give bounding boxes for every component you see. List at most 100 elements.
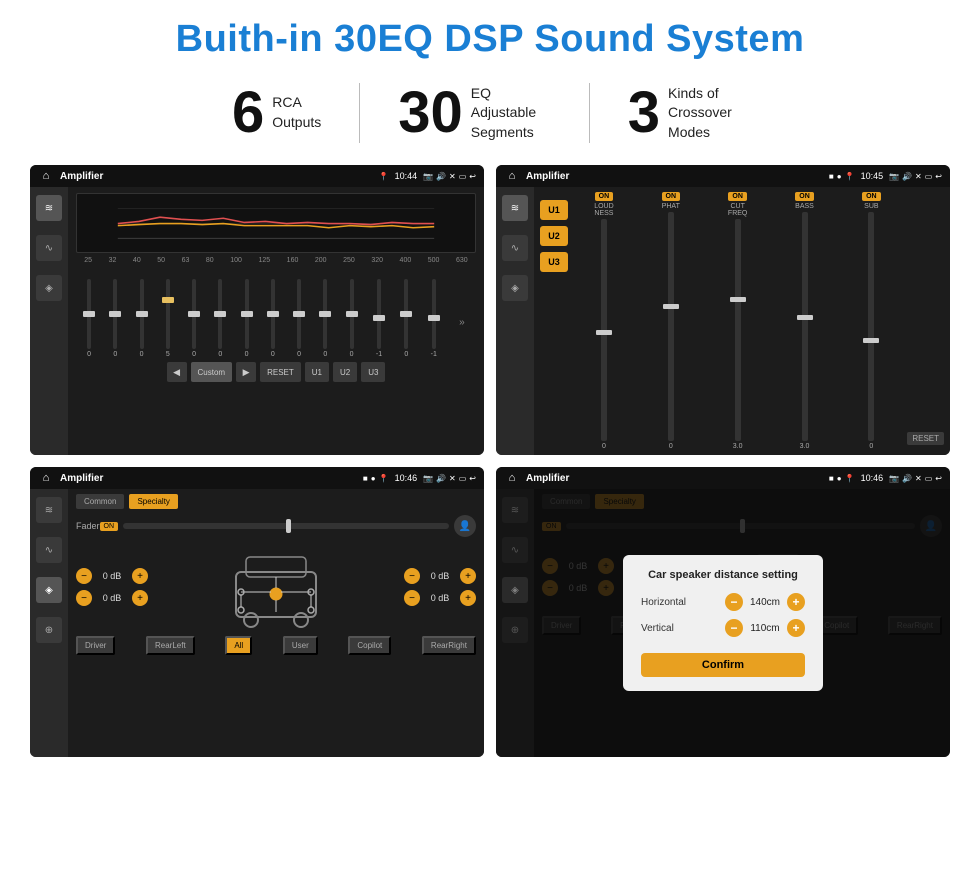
fader-screen-title: Amplifier xyxy=(60,473,357,484)
fader-status-bar: ⌂ Amplifier ■ ● 📍 10:46 📷 🔊 ✕ ▭ ↩ xyxy=(30,467,484,489)
eq-slider-11: -1 xyxy=(376,279,382,358)
crossover-screen: ⌂ Amplifier ■ ● 📍 10:45 📷 🔊 ✕ ▭ ↩ ≋ ∿ xyxy=(496,165,950,455)
fader-spk-icon[interactable]: ◈ xyxy=(36,577,62,603)
crossover-status-bar: ⌂ Amplifier ■ ● 📍 10:45 📷 🔊 ✕ ▭ ↩ xyxy=(496,165,950,187)
stat-eq: 30 EQ Adjustable Segments xyxy=(360,84,589,143)
dialog-horizontal-row: Horizontal − 140cm + xyxy=(641,593,805,611)
car-diagram xyxy=(148,542,404,632)
db-minus-bl[interactable]: − xyxy=(76,590,92,606)
eq-side-icons: ≋ ∿ ◈ xyxy=(30,187,68,455)
db-minus-tl[interactable]: − xyxy=(76,568,92,584)
home-icon[interactable]: ⌂ xyxy=(38,168,54,184)
fader-tab-common[interactable]: Common xyxy=(76,494,124,509)
dialog-vertical-plus[interactable]: + xyxy=(787,619,805,637)
dialog-vertical-control: − 110cm + xyxy=(725,619,805,637)
eq-prev-button[interactable]: ◀ xyxy=(167,362,187,382)
confirm-button[interactable]: Confirm xyxy=(641,653,805,677)
driver-button[interactable]: Driver xyxy=(76,636,115,655)
crossover-content: U1 U2 U3 ON LOUDNESS 0 xyxy=(534,187,950,455)
u3-button[interactable]: U3 xyxy=(540,252,568,272)
phat-slider[interactable] xyxy=(668,212,674,441)
fader-home-icon[interactable]: ⌂ xyxy=(38,470,54,486)
fader-vol: 🔊 xyxy=(436,474,446,483)
fader-body: ≋ ∿ ◈ ⊕ Common Specialty Fader ON xyxy=(30,489,484,757)
dialog-vertical-minus[interactable]: − xyxy=(725,619,743,637)
fader-eq-icon[interactable]: ≋ xyxy=(36,497,62,523)
eq-u3-button[interactable]: U3 xyxy=(361,362,385,382)
fader-wave-icon[interactable]: ∿ xyxy=(36,537,62,563)
fader-content: Common Specialty Fader ON 👤 xyxy=(68,489,484,757)
eq-u2-button[interactable]: U2 xyxy=(333,362,357,382)
page-title: Buith-in 30EQ DSP Sound System xyxy=(30,18,950,61)
crossover-status-icons: ■ ● 📍 10:45 📷 🔊 ✕ ▭ ↩ xyxy=(829,171,942,181)
fader-tab-specialty[interactable]: Specialty xyxy=(129,494,177,509)
fader-slider[interactable] xyxy=(123,523,449,529)
eq-icon[interactable]: ≋ xyxy=(36,195,62,221)
db-plus-bl[interactable]: + xyxy=(132,590,148,606)
cutfreq-slider[interactable] xyxy=(735,219,741,441)
stat-crossover-desc: Kinds of Crossover Modes xyxy=(668,84,748,143)
crossover-home-icon[interactable]: ⌂ xyxy=(504,168,520,184)
db-plus-tr[interactable]: + xyxy=(460,568,476,584)
u1-button[interactable]: U1 xyxy=(540,200,568,220)
stat-crossover-number: 3 xyxy=(628,84,660,142)
phat-label: PHAT xyxy=(662,203,680,210)
crossover-back[interactable]: ↩ xyxy=(935,172,942,181)
eq-screen-title: Amplifier xyxy=(60,171,373,182)
dialog-home-icon[interactable]: ⌂ xyxy=(504,470,520,486)
x-icon: ✕ xyxy=(449,172,456,181)
crossover-spk-icon[interactable]: ◈ xyxy=(502,275,528,301)
eq-slider-6: 0 xyxy=(245,279,249,358)
eq-reset-button[interactable]: RESET xyxy=(260,362,301,382)
loudness-slider[interactable] xyxy=(601,219,607,441)
crossover-eq-icon[interactable]: ≋ xyxy=(502,195,528,221)
dialog-status-bar: ⌂ Amplifier ■ ● 📍 10:46 📷 🔊 ✕ ▭ ↩ xyxy=(496,467,950,489)
dialog-back[interactable]: ↩ xyxy=(935,474,942,483)
eq-u1-button[interactable]: U1 xyxy=(305,362,329,382)
crossover-time: 10:45 xyxy=(861,171,884,181)
dialog-body: ≋ ∿ ◈ ⊕ Common Specialty ON xyxy=(496,489,950,757)
volume-icon: 🔊 xyxy=(436,172,446,181)
dialog-screen: ⌂ Amplifier ■ ● 📍 10:46 📷 🔊 ✕ ▭ ↩ ≋ ∿ xyxy=(496,467,950,757)
dialog-vertical-label: Vertical xyxy=(641,623,674,634)
eq-next-button[interactable]: ▶ xyxy=(236,362,256,382)
db-minus-tr[interactable]: − xyxy=(404,568,420,584)
eq-slider-2: 0 xyxy=(140,279,144,358)
eq-slider-9: 0 xyxy=(323,279,327,358)
eq-slider-0: 0 xyxy=(87,279,91,358)
fader-vol-icon[interactable]: ⊕ xyxy=(36,617,62,643)
db-minus-br[interactable]: − xyxy=(404,590,420,606)
wave-icon[interactable]: ∿ xyxy=(36,235,62,261)
fader-row: Fader ON 👤 xyxy=(76,515,476,537)
crossover-wave-icon[interactable]: ∿ xyxy=(502,235,528,261)
copilot-button[interactable]: Copilot xyxy=(348,636,391,655)
bass-slider[interactable] xyxy=(802,212,808,441)
sub-slider[interactable] xyxy=(868,212,874,441)
fader-bottom-buttons: Driver RearLeft All User Copilot RearRig… xyxy=(76,636,476,655)
stat-rca-desc: RCA Outputs xyxy=(272,93,321,132)
rearright-button[interactable]: RearRight xyxy=(422,636,476,655)
db-plus-br[interactable]: + xyxy=(460,590,476,606)
back-icon[interactable]: ↩ xyxy=(469,172,476,181)
cutfreq-value: 3.0 xyxy=(733,443,743,450)
eq-custom-button[interactable]: Custom xyxy=(191,362,233,382)
rearleft-button[interactable]: RearLeft xyxy=(146,636,195,655)
fader-screen: ⌂ Amplifier ■ ● 📍 10:46 📷 🔊 ✕ ▭ ↩ ≋ ∿ xyxy=(30,467,484,757)
crossover-reset-button[interactable]: RESET xyxy=(907,432,944,445)
user-button[interactable]: User xyxy=(283,636,318,655)
fader-status-icons: ■ ● 📍 10:46 📷 🔊 ✕ ▭ ↩ xyxy=(363,473,476,483)
db-value-bl: 0 dB xyxy=(96,593,128,603)
db-plus-tl[interactable]: + xyxy=(132,568,148,584)
eq-graph xyxy=(76,193,476,253)
fader-back[interactable]: ↩ xyxy=(469,474,476,483)
dialog-horizontal-minus[interactable]: − xyxy=(725,593,743,611)
fader-person-icon: 👤 xyxy=(454,515,476,537)
fader-dot2: ● xyxy=(371,474,376,483)
u2-button[interactable]: U2 xyxy=(540,226,568,246)
phat-value: 0 xyxy=(669,443,673,450)
all-button[interactable]: All xyxy=(225,636,252,655)
dialog-time: 10:46 xyxy=(861,473,884,483)
dialog-horizontal-plus[interactable]: + xyxy=(787,593,805,611)
speaker-icon[interactable]: ◈ xyxy=(36,275,62,301)
phat-on-badge: ON xyxy=(662,192,681,201)
